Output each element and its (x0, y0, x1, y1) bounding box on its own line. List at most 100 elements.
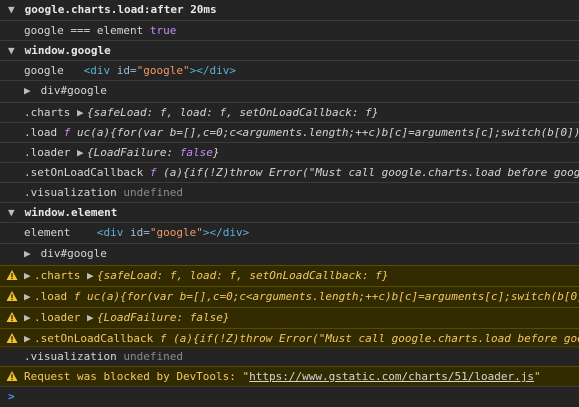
prop-name: safeLoad (93, 106, 147, 119)
prop-name: setOnLoadCallback (239, 106, 352, 119)
console-group-header[interactable]: ▼ google.charts.load:after 20ms (0, 0, 579, 20)
log-text: google === element (24, 24, 144, 37)
undefined-value: undefined (123, 186, 183, 199)
triangle-right-icon[interactable]: ▶ (87, 266, 97, 286)
html-tag-open[interactable]: <div (97, 226, 124, 239)
property-key: .setOnLoadCallback (24, 166, 144, 179)
log-text: element (24, 226, 71, 239)
group-label: window.google (24, 44, 111, 57)
property-key: .load (24, 126, 58, 139)
console-prompt[interactable]: > (0, 386, 579, 407)
console-warning-line: ▶ .loader ▶ {LoadFailure: false} (0, 307, 579, 328)
console-group-header[interactable]: ▼ window.element (0, 202, 579, 223)
triangle-right-icon[interactable]: ▶ (77, 143, 87, 163)
warning-icon (6, 270, 18, 280)
property-key: .setOnLoadCallback (34, 332, 154, 345)
property-key: .charts (24, 106, 71, 119)
prop-name: LoadFailure (93, 146, 167, 159)
html-attr-name: id= (110, 64, 137, 77)
brace-close: } (222, 311, 230, 324)
devtools-console: ▼ google.charts.load:after 20ms google =… (0, 0, 579, 406)
console-log-line: google === element true (0, 20, 579, 41)
brace-open: { (86, 146, 94, 159)
function-body[interactable]: uc(a){for(var b=[],c=0;c<arguments.lengt… (80, 290, 579, 303)
group-label: google.charts.load:after 20ms (24, 3, 217, 16)
warning-text: Request was blocked by DevTools: " (24, 370, 250, 383)
brace-open: { (96, 311, 104, 324)
console-log-line: .visualization undefined (0, 346, 579, 367)
brace-open: { (86, 106, 94, 119)
prop-value: : f, (216, 269, 250, 282)
triangle-right-icon[interactable]: ▶ (87, 308, 97, 328)
triangle-down-icon[interactable]: ▼ (0, 203, 18, 223)
property-key: .visualization (24, 186, 117, 199)
prop-value: : f, (206, 106, 240, 119)
prop-name: setOnLoadCallback (249, 269, 362, 282)
console-warning-line: ▶ .load f uc(a){for(var b=[],c=0;c<argume… (0, 286, 579, 307)
property-key: .loader (24, 146, 71, 159)
prop-value: : (166, 146, 180, 159)
prop-name: safeLoad (103, 269, 157, 282)
warning-text-end: " (533, 370, 541, 383)
html-attr-value: "google" (149, 226, 203, 239)
console-expandable-node[interactable]: ▶ div#google (0, 80, 579, 101)
brace-close: } (371, 106, 379, 119)
triangle-right-icon[interactable]: ▶ (77, 103, 87, 123)
triangle-right-icon[interactable]: ▶ (24, 308, 34, 328)
property-key: .load (34, 290, 68, 303)
log-value: true (149, 24, 177, 37)
triangle-right-icon[interactable]: ▶ (0, 81, 34, 101)
console-expandable-node[interactable]: ▶ div#google (0, 243, 579, 264)
warning-icon (6, 371, 18, 381)
prop-name: LoadFailure (103, 311, 177, 324)
prompt-chevron-icon: > (8, 390, 15, 403)
prop-value: : f (351, 106, 372, 119)
console-group-header[interactable]: ▼ window.google (0, 40, 579, 61)
triangle-right-icon[interactable]: ▶ (24, 287, 34, 307)
console-log-line: google <div id="google"></div> (0, 60, 579, 81)
property-key: .visualization (24, 350, 117, 363)
prop-name: load (189, 269, 217, 282)
triangle-right-icon[interactable]: ▶ (24, 266, 34, 286)
warning-icon (6, 291, 18, 301)
brace-close: } (381, 269, 389, 282)
console-log-line: .loader ▶ {LoadFailure: false} (0, 142, 579, 163)
html-tag-open[interactable]: <div (84, 64, 111, 77)
undefined-value: undefined (123, 350, 183, 363)
triangle-down-icon[interactable]: ▼ (0, 0, 18, 20)
triangle-right-icon[interactable]: ▶ (0, 244, 34, 264)
node-label[interactable]: div#google (41, 247, 107, 260)
prop-value: : (176, 311, 190, 324)
node-label[interactable]: div#google (41, 84, 107, 97)
prop-value: : f, (156, 269, 190, 282)
function-body[interactable]: uc(a){for(var b=[],c=0;c<arguments.lengt… (70, 126, 579, 139)
log-text: google (24, 64, 64, 77)
html-attr-name: id= (123, 226, 150, 239)
console-log-line: .charts ▶ {safeLoad: f, load: f, setOnLoa… (0, 102, 579, 123)
console-warning-line: ▶ .charts ▶ {safeLoad: f, load: f, setOnLo… (0, 265, 579, 286)
console-log-line: element <div id="google"></div> (0, 222, 579, 243)
bool-value: false (179, 146, 213, 159)
console-log-line: .load f uc(a){for(var b=[],c=0;c<argumen… (0, 122, 579, 143)
prop-value: : f, (146, 106, 180, 119)
group-label: window.element (24, 206, 118, 219)
prop-name: load (179, 106, 207, 119)
brace-open: { (96, 269, 104, 282)
html-tag-close: ></div> (202, 226, 250, 239)
warning-icon (6, 333, 18, 343)
property-key: .loader (34, 311, 81, 324)
function-body[interactable]: (a){if(!Z)throw Error("Must call google.… (166, 332, 579, 345)
html-attr-value: "google" (136, 64, 190, 77)
blocked-url-link[interactable]: https://www.gstatic.com/charts/51/loader… (249, 370, 534, 383)
function-body[interactable]: (a){if(!Z)throw Error("Must call google.… (156, 166, 579, 179)
console-log-line: .setOnLoadCallback f (a){if(!Z)throw Err… (0, 162, 579, 183)
warning-icon (6, 312, 18, 322)
prop-value: : f (361, 269, 382, 282)
console-log-line: .visualization undefined (0, 182, 579, 203)
property-key: .charts (34, 269, 81, 282)
console-warning-line: Request was blocked by DevTools: "https:… (0, 366, 579, 387)
html-tag-close: ></div> (189, 64, 236, 77)
triangle-down-icon[interactable]: ▼ (0, 41, 18, 61)
bool-value: false (189, 311, 223, 324)
brace-close: } (212, 146, 220, 159)
